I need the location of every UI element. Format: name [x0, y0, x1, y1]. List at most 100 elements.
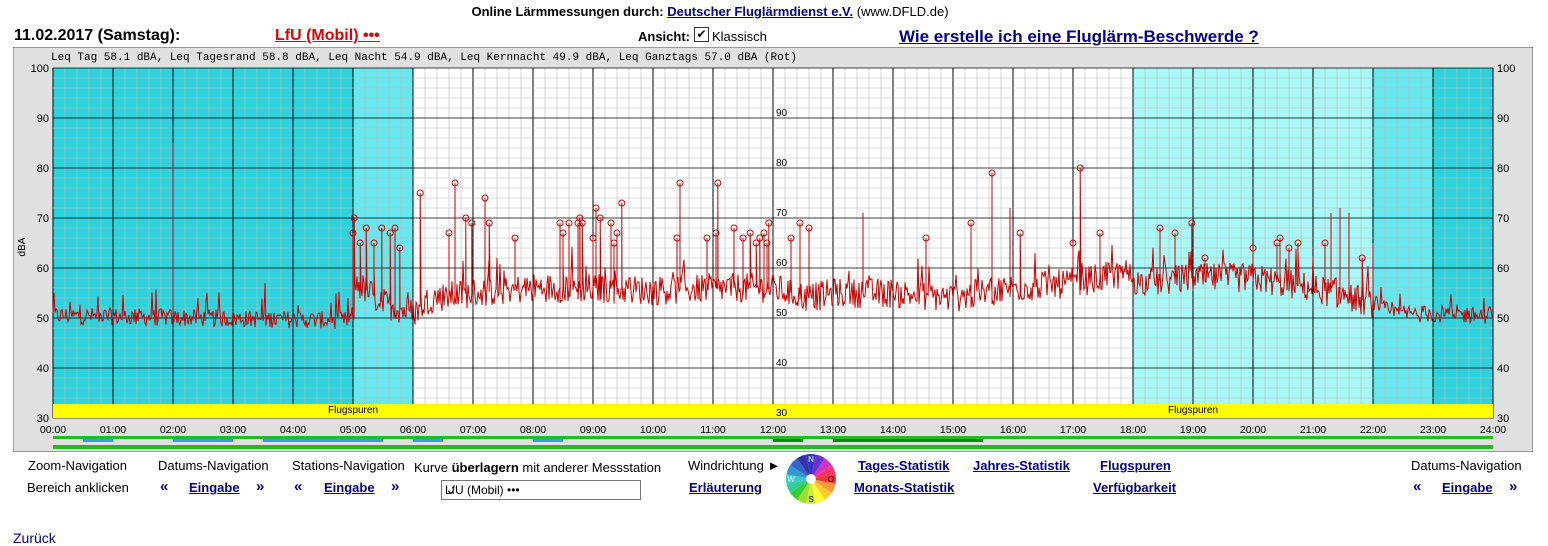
x-tick-label: 12:00	[760, 424, 786, 436]
compass-s: S	[808, 495, 813, 504]
x-tick-label: 03:00	[220, 424, 246, 436]
timeline-segment-1	[173, 439, 233, 442]
center-y-tick-label: 80	[776, 158, 788, 169]
flugspuren-band: Flugspuren Flugspuren	[53, 404, 1493, 418]
y-tick-label-left: 70	[37, 213, 49, 225]
flugspuren-bar	[53, 404, 1493, 418]
overlay-label: Kurve überlagern mit anderer Messstation	[414, 460, 661, 475]
date-next-arrow-right[interactable]: »	[1509, 478, 1517, 495]
x-tick-label: 04:00	[280, 424, 306, 436]
time-zone-1	[353, 68, 413, 418]
x-tick-label: 13:00	[820, 424, 846, 436]
date-input-right-link[interactable]: Eingabe	[1442, 480, 1493, 495]
x-tick-label: 00:00	[40, 424, 66, 436]
station-prev-arrow[interactable]: «	[294, 478, 302, 495]
station-title-link[interactable]: LfU (Mobil) •••	[275, 27, 380, 45]
station-next-arrow[interactable]: »	[391, 478, 399, 495]
x-tick-label: 14:00	[880, 424, 906, 436]
date-nav-right-label: Datums-Navigation	[1411, 458, 1522, 473]
leq-summary: Leq Tag 58.1 dBA, Leq Tagesrand 58.8 dBA…	[51, 52, 797, 64]
wind-compass-icon[interactable]: N O S W	[784, 452, 838, 506]
compass-o: O	[828, 475, 834, 484]
header-prefix: Online Lärmmessungen durch:	[471, 4, 664, 19]
view-label: Ansicht:	[638, 29, 690, 44]
timeline-segment-4	[533, 439, 563, 442]
date-prev-arrow[interactable]: «	[160, 478, 168, 495]
timeline-bar-bottom	[53, 445, 1493, 449]
compass-center	[806, 474, 816, 484]
station-input-link[interactable]: Eingabe	[324, 480, 375, 495]
overlay-station-select[interactable]: LfU (Mobil) ••• ⌄	[441, 480, 641, 500]
monthly-stats-link[interactable]: Monats-Statistik	[854, 480, 954, 495]
time-zone-5	[1433, 68, 1493, 418]
availability-link[interactable]: Verfügbarkeit	[1093, 480, 1176, 495]
time-zone-4	[1373, 68, 1433, 418]
date-next-arrow[interactable]: »	[256, 478, 264, 495]
zoom-nav-label: Zoom-Navigation	[28, 458, 127, 473]
x-tick-label: 09:00	[580, 424, 606, 436]
header-line: Online Lärmmessungen durch: Deutscher Fl…	[0, 4, 1420, 19]
y-tick-label-right: 100	[1497, 63, 1515, 75]
date-prev-arrow-right[interactable]: «	[1413, 478, 1421, 495]
dfld-url-text: (www.DFLD.de)	[856, 4, 949, 19]
noise-chart[interactable]: Leq Tag 58.1 dBA, Leq Tagesrand 58.8 dBA…	[13, 47, 1533, 452]
center-y-tick-label: 30	[776, 408, 788, 419]
x-tick-label: 01:00	[100, 424, 126, 436]
x-tick-label: 20:00	[1240, 424, 1266, 436]
y-tick-label-right: 70	[1497, 213, 1509, 225]
y-tick-label-right: 90	[1497, 113, 1509, 125]
x-tick-label: 07:00	[460, 424, 486, 436]
wind-label: Windrichtung ►	[688, 458, 781, 473]
x-tick-label: 24:00	[1480, 424, 1506, 436]
compass-n: N	[808, 455, 814, 464]
x-tick-label: 21:00	[1300, 424, 1326, 436]
overlay-prefix: Kurve	[414, 460, 448, 475]
date-input-link[interactable]: Eingabe	[189, 480, 240, 495]
overlay-bold: überlagern	[451, 460, 519, 475]
y-tick-label-right: 50	[1497, 313, 1509, 325]
center-y-tick-label: 70	[776, 208, 788, 219]
y-tick-label-left: 60	[37, 263, 49, 275]
yearly-stats-link[interactable]: Jahres-Statistik	[973, 458, 1070, 473]
x-tick-label: 15:00	[940, 424, 966, 436]
daily-stats-link[interactable]: Tages-Statistik	[858, 458, 950, 473]
y-tick-label-left: 50	[37, 313, 49, 325]
flight-tracks-link[interactable]: Flugspuren	[1100, 458, 1171, 473]
timeline-segment-5	[773, 439, 803, 442]
station-nav-label: Stations-Navigation	[292, 458, 405, 473]
x-tick-label: 23:00	[1420, 424, 1446, 436]
back-link[interactable]: Zurück	[13, 530, 56, 546]
y-tick-label-right: 40	[1497, 363, 1509, 375]
chevron-down-icon: ⌄	[445, 481, 457, 497]
center-y-tick-label: 50	[776, 308, 788, 319]
flugspuren-label-right: Flugspuren	[1168, 405, 1218, 416]
classic-view-label: Klassisch	[712, 29, 767, 44]
x-tick-label: 10:00	[640, 424, 666, 436]
complaint-link[interactable]: Wie erstelle ich eine Fluglärm-Beschwerd…	[899, 27, 1259, 47]
y-tick-label-right: 80	[1497, 163, 1509, 175]
x-tick-label: 17:00	[1060, 424, 1086, 436]
classic-view-checkbox[interactable]: ✔	[694, 27, 709, 42]
x-tick-label: 05:00	[340, 424, 366, 436]
y-tick-label-left: 80	[37, 163, 49, 175]
y-tick-label-right: 60	[1497, 263, 1509, 275]
y-tick-label-left: 100	[31, 63, 49, 75]
dfld-link[interactable]: Deutscher Fluglärmdienst e.V.	[667, 4, 853, 19]
x-tick-label: 08:00	[520, 424, 546, 436]
x-tick-label: 19:00	[1180, 424, 1206, 436]
x-tick-label: 06:00	[400, 424, 426, 436]
y-tick-label-left: 90	[37, 113, 49, 125]
center-y-tick-label: 90	[776, 108, 788, 119]
wind-explain-link[interactable]: Erläuterung	[689, 480, 762, 495]
timeline-segment-2	[263, 439, 383, 442]
timeline-bar-top	[53, 436, 1493, 439]
x-tick-label: 16:00	[1000, 424, 1026, 436]
zoom-hint: Bereich anklicken	[27, 480, 129, 495]
x-tick-label: 11:00	[700, 424, 726, 436]
timeline-segment-3	[413, 439, 443, 442]
y-tick-label-left: 40	[37, 363, 49, 375]
overlay-suffix: mit anderer Messstation	[522, 460, 662, 475]
center-y-tick-label: 40	[776, 358, 788, 369]
x-tick-label: 22:00	[1360, 424, 1386, 436]
time-zone-0	[53, 68, 353, 418]
